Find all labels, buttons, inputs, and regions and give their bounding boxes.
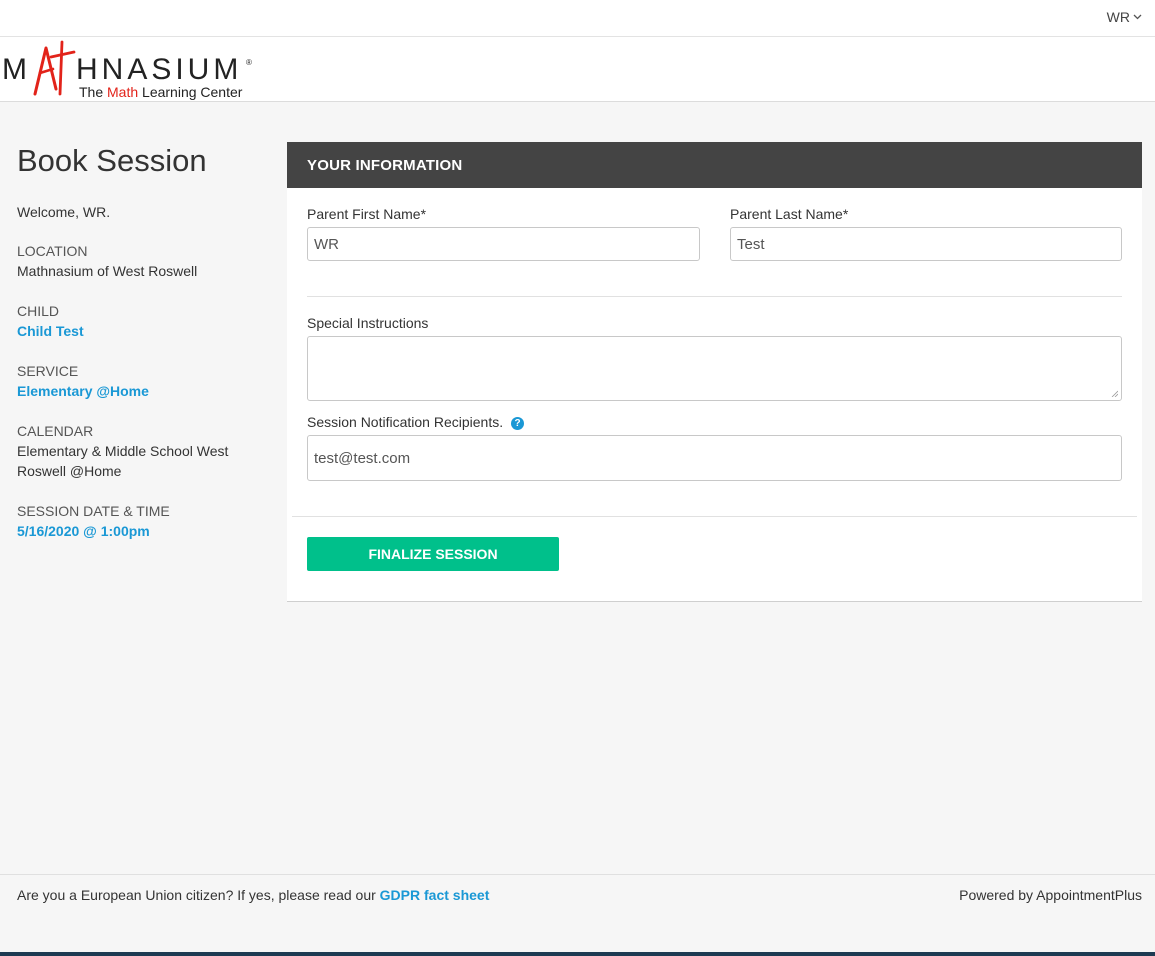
child-block: CHILD Child Test	[17, 301, 267, 341]
session-block: SESSION DATE & TIME 5/16/2020 @ 1:00pm	[17, 501, 267, 541]
service-link[interactable]: Elementary @Home	[17, 381, 267, 401]
powered-by: Powered by AppointmentPlus	[959, 887, 1142, 903]
last-name-label: Parent Last Name*	[730, 206, 849, 222]
logo-letter-m: M	[2, 53, 29, 86]
tagline-highlight: Math	[107, 84, 138, 100]
first-name-label: Parent First Name*	[307, 206, 427, 222]
bottom-strip	[0, 952, 1155, 956]
welcome-text: Welcome, WR.	[17, 204, 111, 220]
logo-registered: ®	[246, 58, 252, 67]
your-information-card: YOUR INFORMATION Parent First Name* Pare…	[287, 142, 1142, 602]
recipients-input[interactable]	[307, 435, 1122, 481]
top-bar: WR	[0, 0, 1155, 37]
chevron-down-icon	[1133, 14, 1142, 20]
booking-summary: Book Session Welcome, WR. LOCATION Mathn…	[17, 142, 267, 561]
card-header: YOUR INFORMATION	[287, 142, 1142, 188]
tagline-pre: The	[79, 84, 107, 100]
tagline-post: Learning Center	[138, 84, 243, 100]
footer: Are you a European Union citizen? If yes…	[0, 874, 1155, 952]
gdpr-notice: Are you a European Union citizen? If yes…	[17, 887, 489, 903]
question-circle-icon[interactable]: ?	[511, 417, 525, 430]
form-divider	[307, 296, 1122, 297]
session-datetime-link[interactable]: 5/16/2020 @ 1:00pm	[17, 521, 267, 541]
location-label: LOCATION	[17, 243, 88, 259]
logo-tagline: The Math Learning Center	[79, 84, 243, 100]
last-name-input[interactable]	[730, 227, 1122, 261]
location-value: Mathnasium of West Roswell	[17, 263, 198, 279]
first-name-input[interactable]	[307, 227, 700, 261]
special-instructions-label: Special Instructions	[307, 315, 429, 331]
location-block: LOCATION Mathnasium of West Roswell	[17, 241, 267, 281]
child-label: CHILD	[17, 303, 60, 319]
recipients-label: Session Notification Recipients.	[307, 414, 504, 430]
gdpr-question: Are you a European Union citizen? If yes…	[17, 887, 380, 903]
calendar-label: CALENDAR	[17, 423, 94, 439]
resize-grip-icon[interactable]	[1111, 390, 1118, 397]
user-menu[interactable]: WR	[1107, 9, 1142, 25]
special-instructions-textarea[interactable]	[307, 336, 1122, 401]
session-label: SESSION DATE & TIME	[17, 503, 170, 519]
page-title: Book Session	[17, 143, 207, 178]
service-block: SERVICE Elementary @Home	[17, 361, 267, 401]
logo-letters-hnasium: HNASIUM	[76, 53, 242, 86]
finalize-session-button[interactable]: FINALIZE SESSION	[307, 537, 559, 571]
recipients-label-row: Session Notification Recipients.?	[307, 414, 525, 430]
calendar-block: CALENDAR Elementary & Middle School West…	[17, 421, 267, 481]
logo-bar: M HNASIUM ® The Math Learning Center	[0, 37, 1155, 102]
child-link[interactable]: Child Test	[17, 321, 267, 341]
gdpr-fact-sheet-link[interactable]: GDPR fact sheet	[380, 887, 490, 903]
actions-divider	[292, 516, 1137, 517]
service-label: SERVICE	[17, 363, 79, 379]
mathnasium-logo[interactable]: M HNASIUM ® The Math Learning Center	[2, 39, 262, 101]
calendar-value: Elementary & Middle School West Roswell …	[17, 443, 229, 479]
user-menu-label: WR	[1106, 9, 1130, 25]
